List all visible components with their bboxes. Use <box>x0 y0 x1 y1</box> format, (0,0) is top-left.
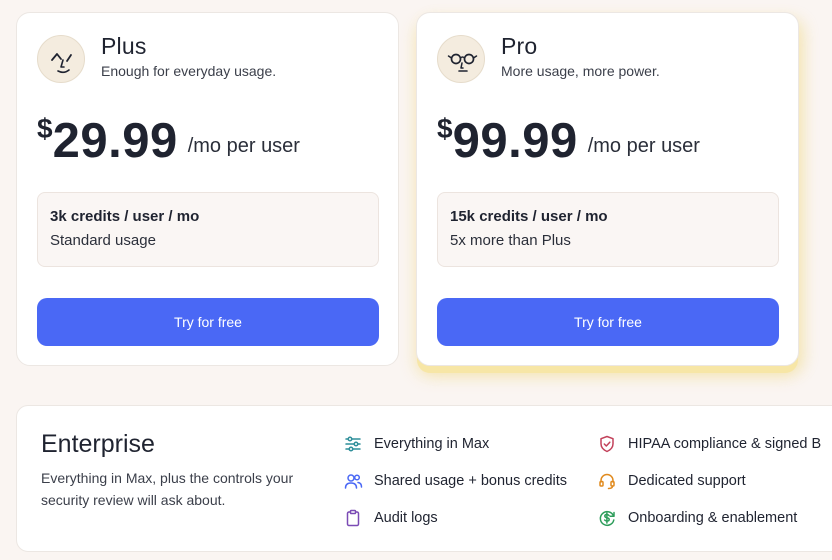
feature-label: Onboarding & enablement <box>628 510 798 526</box>
dollar-refresh-icon <box>597 508 617 528</box>
credits-description: 5x more than Plus <box>450 232 571 249</box>
plan-title: Pro <box>501 33 538 59</box>
plan-tagline: Enough for everyday usage. <box>101 63 277 79</box>
price-currency: $ <box>37 113 53 144</box>
price-unit: /mo per user <box>187 135 300 157</box>
price: $ 29.99 /mo per user <box>37 109 300 166</box>
feature-label: Everything in Max <box>374 436 490 452</box>
feature-item: Onboarding & enablement <box>597 508 797 528</box>
price-currency: $ <box>437 113 453 144</box>
feature-item: Dedicated support <box>597 471 746 491</box>
try-for-free-button-pro[interactable]: Try for free <box>437 298 779 346</box>
try-for-free-button-plus[interactable]: Try for free <box>37 298 379 346</box>
feature-item: Shared usage + bonus credits <box>343 471 567 491</box>
price-unit: /mo per user <box>587 135 700 157</box>
feature-label: HIPAA compliance & signed B <box>628 436 822 452</box>
sliders-icon <box>343 434 363 454</box>
enterprise-description: Everything in Max, plus the controls you… <box>41 470 294 508</box>
price: $ 99.99 /mo per user <box>437 109 700 166</box>
feature-label: Shared usage + bonus credits <box>374 473 568 489</box>
plan-tagline: More usage, more power. <box>501 63 660 79</box>
enterprise-card: Enterprise Everything in Max, plus the c… <box>16 405 832 552</box>
credits-title: 3k credits / user / mo <box>50 208 200 225</box>
shield-check-icon <box>597 434 617 454</box>
feature-item: Audit logs <box>343 508 438 528</box>
plan-card-plus: Plus Enough for everyday usage. $ 29.99 … <box>16 12 399 366</box>
users-icon <box>343 471 363 491</box>
credits-title: 15k credits / user / mo <box>450 208 608 225</box>
feature-label: Audit logs <box>374 510 438 526</box>
plan-card-pro: Pro More usage, more power. $ 99.99 /mo … <box>416 12 799 366</box>
feature-item: HIPAA compliance & signed B <box>597 434 821 454</box>
enterprise-title: Enterprise <box>41 430 155 458</box>
credits-box: 3k credits / user / mo Standard usage <box>37 192 379 267</box>
glasses-face-icon <box>437 35 485 83</box>
plan-title: Plus <box>101 33 147 59</box>
feature-item: Everything in Max <box>343 434 489 454</box>
price-amount: 99.99 <box>452 114 578 168</box>
winking-face-icon <box>37 35 85 83</box>
feature-label: Dedicated support <box>628 473 746 489</box>
price-amount: 29.99 <box>52 114 178 168</box>
credits-description: Standard usage <box>50 232 156 249</box>
credits-box: 15k credits / user / mo 5x more than Plu… <box>437 192 779 267</box>
headset-icon <box>597 471 617 491</box>
clipboard-icon <box>343 508 363 528</box>
